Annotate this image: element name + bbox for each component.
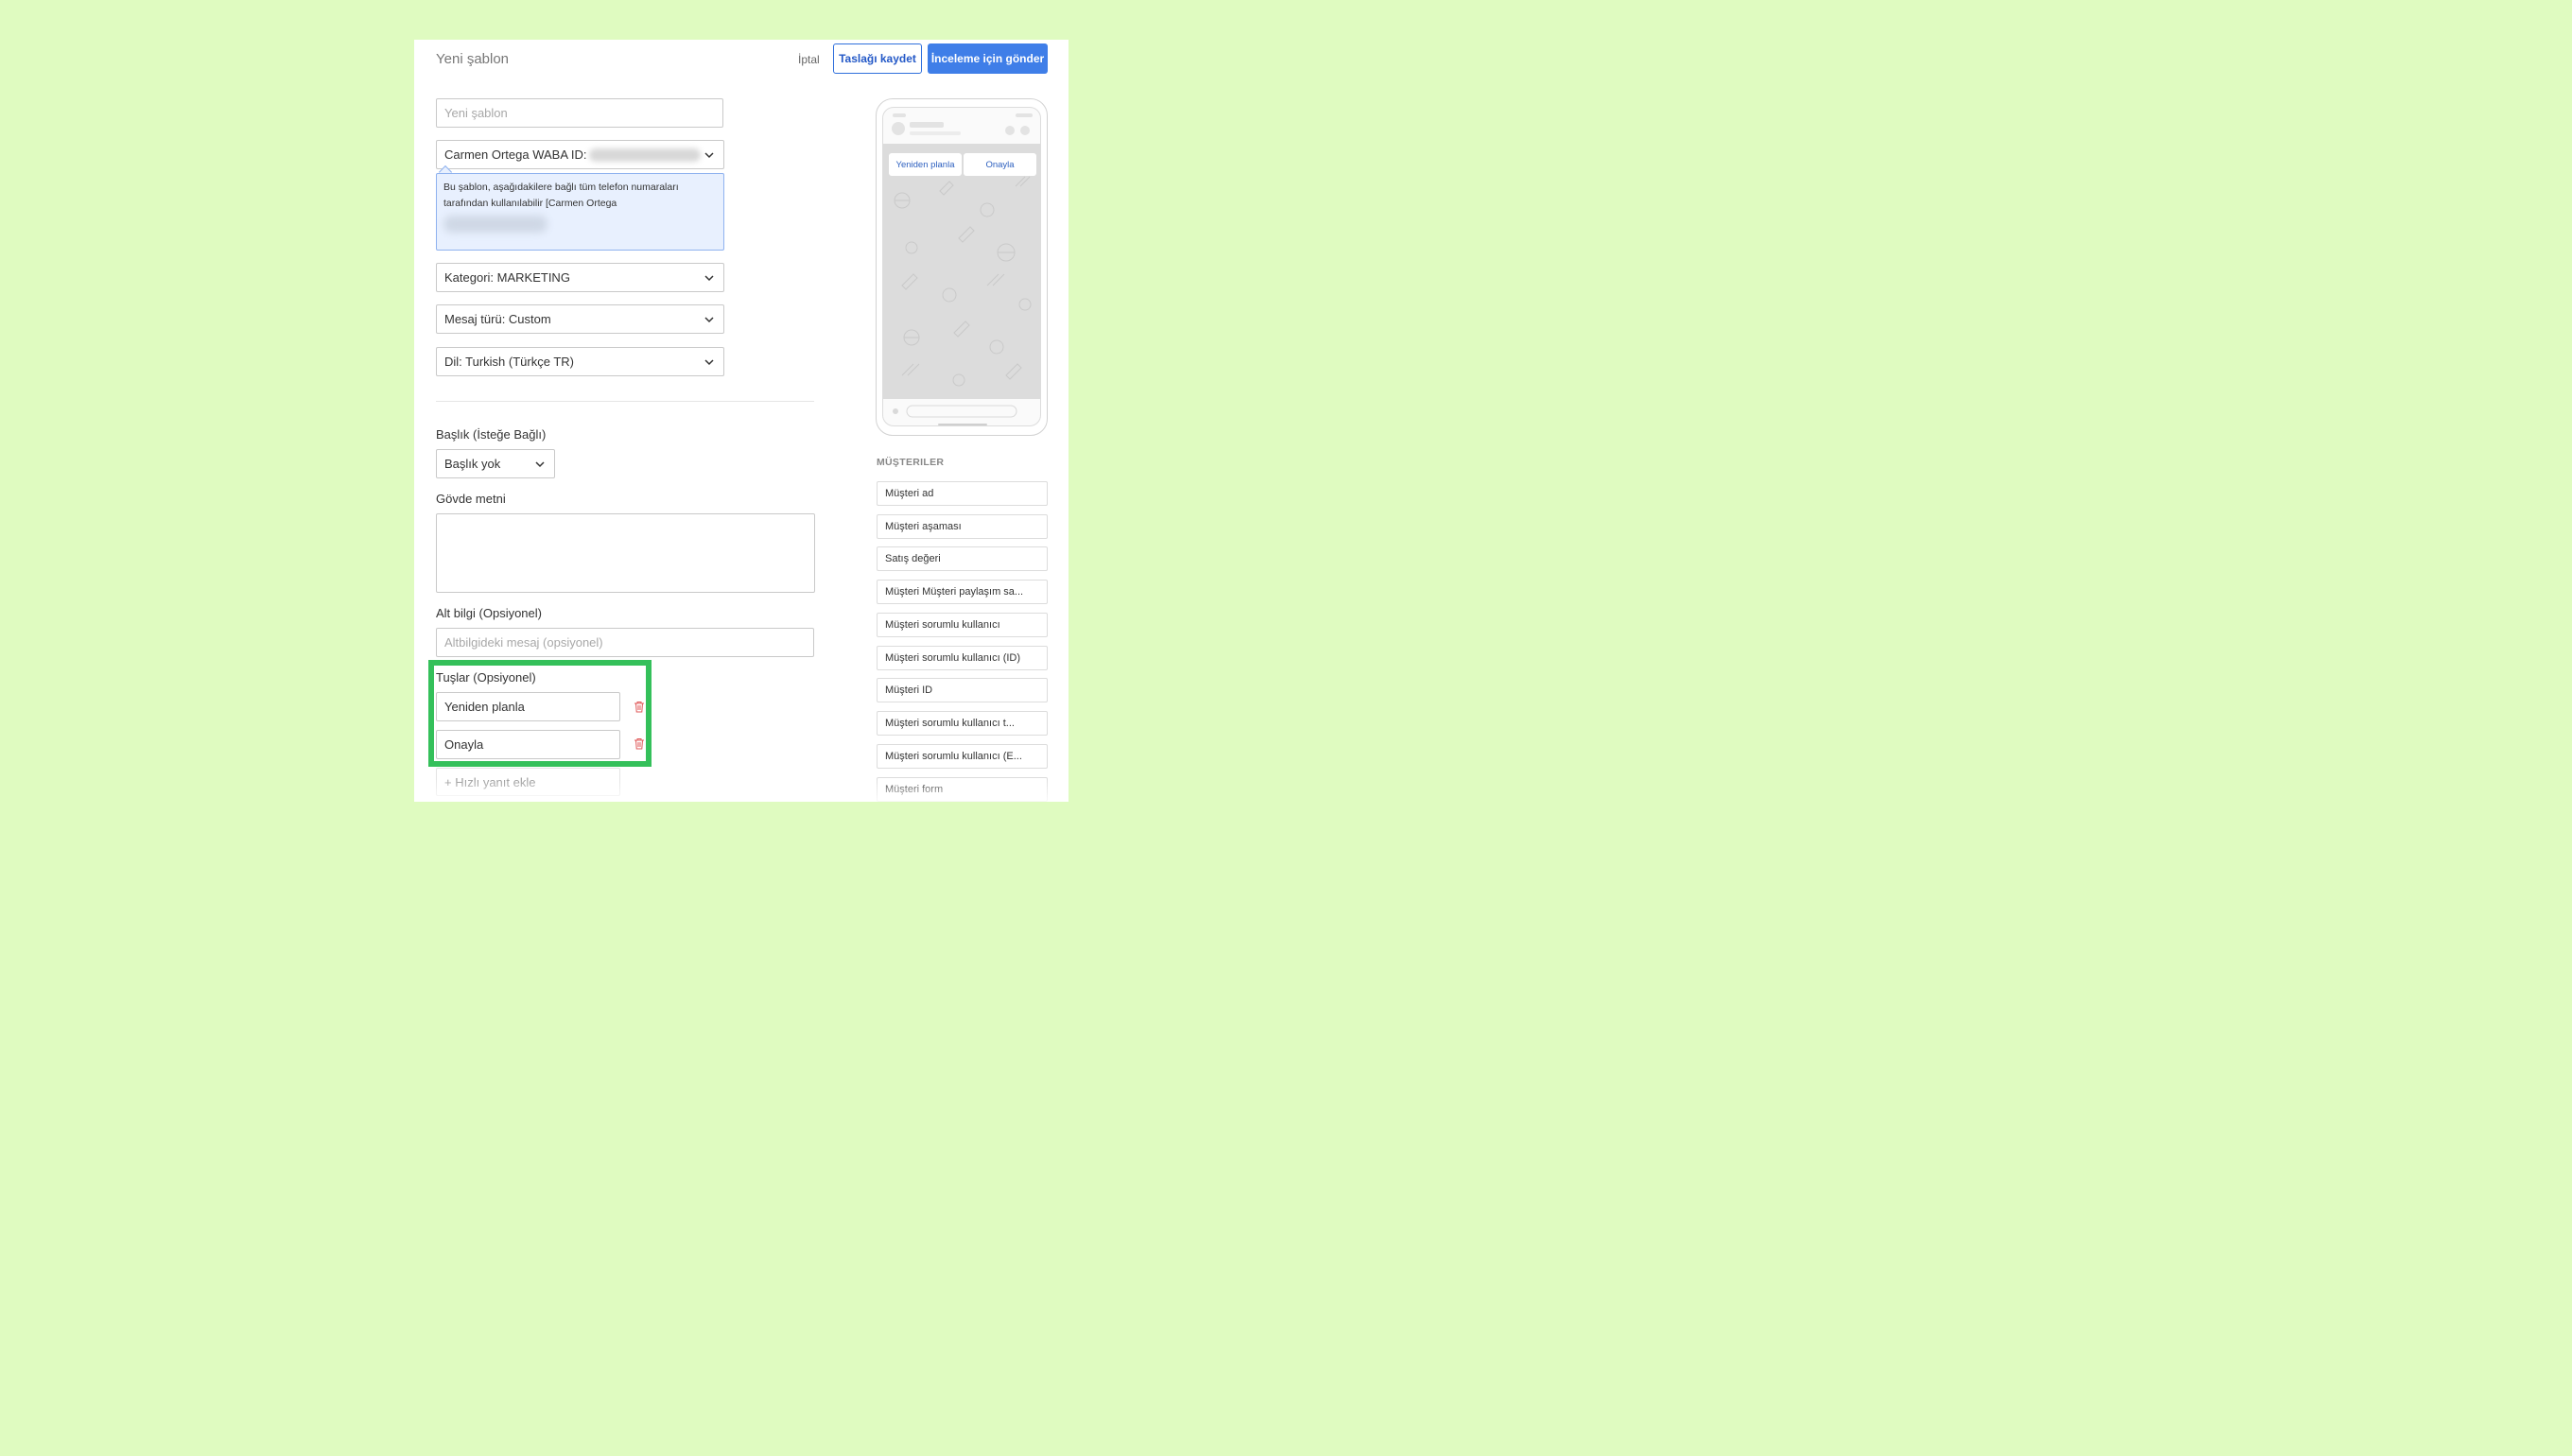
body-text-textarea[interactable] [436,513,815,593]
redacted-phone-numbers [443,216,547,233]
body-text-label: Gövde metni [436,492,506,506]
category-select-value: Kategori: MARKETING [444,270,570,285]
chevron-down-icon [535,460,545,467]
language-select-value: Dil: Turkish (Türkçe TR) [444,355,574,369]
footer-input[interactable]: Altbilgideki mesaj (opsiyonel) [436,628,814,657]
variable-chip[interactable]: Müşteri ad [877,481,1048,506]
waba-label: Carmen Ortega WABA ID: [444,147,587,162]
quick-reply-button-input[interactable]: Yeniden planla [436,692,620,721]
chevron-down-icon [704,151,714,158]
template-name-input[interactable]: Yeni şablon [436,98,723,128]
variable-chip[interactable]: Müşteri Müşteri paylaşım sa... [877,580,1048,604]
header-section-label: Başlık (İsteğe Bağlı) [436,427,547,442]
message-type-select[interactable]: Mesaj türü: Custom [436,304,724,334]
category-select[interactable]: Kategori: MARKETING [436,263,724,292]
variable-chip[interactable]: Müşteri sorumlu kullanıcı (ID) [877,646,1048,670]
section-divider [436,401,814,402]
trash-icon[interactable] [634,737,645,750]
variable-chip[interactable]: Müşteri form [877,777,1048,802]
chevron-down-icon [704,358,714,365]
footer-placeholder: Altbilgideki mesaj (opsiyonel) [444,635,603,650]
redacted-waba-id [588,148,701,163]
chevron-down-icon [704,274,714,281]
quick-reply-button-value: Onayla [444,737,484,752]
variable-chip[interactable]: Müşteri ID [877,678,1048,702]
cancel-button[interactable]: İptal [798,53,820,66]
variable-chip[interactable]: Müşteri sorumlu kullanıcı [877,613,1048,637]
phone-screen-frame: Yeniden planla Onayla [882,107,1041,426]
save-draft-button[interactable]: Taslağı kaydet [833,43,922,74]
quick-reply-button-input[interactable]: Onayla [436,730,620,759]
chat-wallpaper-pattern [894,176,1032,387]
header-type-select-value: Başlık yok [444,457,501,471]
chat-input-skeleton [893,405,1017,425]
quick-reply-button-value: Yeniden planla [444,700,525,714]
chevron-down-icon [704,316,714,322]
add-quick-reply-button[interactable]: + Hızlı yanıt ekle [436,768,620,796]
preview-quick-reply: Onayla [964,153,1036,176]
variable-chip[interactable]: Müşteri sorumlu kullanıcı t... [877,711,1048,736]
buttons-label: Tuşlar (Opsiyonel) [436,670,536,685]
template-editor-panel: Yeni şablon İptal Taslağı kaydet İncelem… [414,40,1069,802]
submit-for-review-button[interactable]: İnceleme için gönder [928,43,1048,74]
phone-preview: Yeniden planla Onayla [876,98,1048,436]
message-type-select-value: Mesaj türü: Custom [444,312,551,326]
variable-chip[interactable]: Müşteri aşaması [877,514,1048,539]
page-title: Yeni şablon [436,51,510,67]
variable-chip[interactable]: Müşteri sorumlu kullanıcı (E... [877,744,1048,769]
customers-section-title: MÜŞTERILER [877,457,945,468]
waba-select[interactable]: Carmen Ortega WABA ID: [436,140,724,169]
preview-quick-reply: Yeniden planla [889,153,962,176]
footer-label: Alt bilgi (Opsiyonel) [436,606,542,620]
language-select[interactable]: Dil: Turkish (Türkçe TR) [436,347,724,376]
chat-header-skeleton [892,113,1033,135]
variable-chip[interactable]: Satış değeri [877,546,1048,571]
waba-info-tooltip: Bu şablon, aşağıdakilere bağlı tüm telef… [436,173,724,251]
trash-icon[interactable] [634,701,645,713]
header-type-select[interactable]: Başlık yok [436,449,555,478]
tooltip-text: Bu şablon, aşağıdakilere bağlı tüm telef… [443,182,679,209]
chat-area [883,144,1040,399]
template-name-placeholder: Yeni şablon [444,106,508,120]
waba-select-value: Carmen Ortega WABA ID: [444,147,701,163]
